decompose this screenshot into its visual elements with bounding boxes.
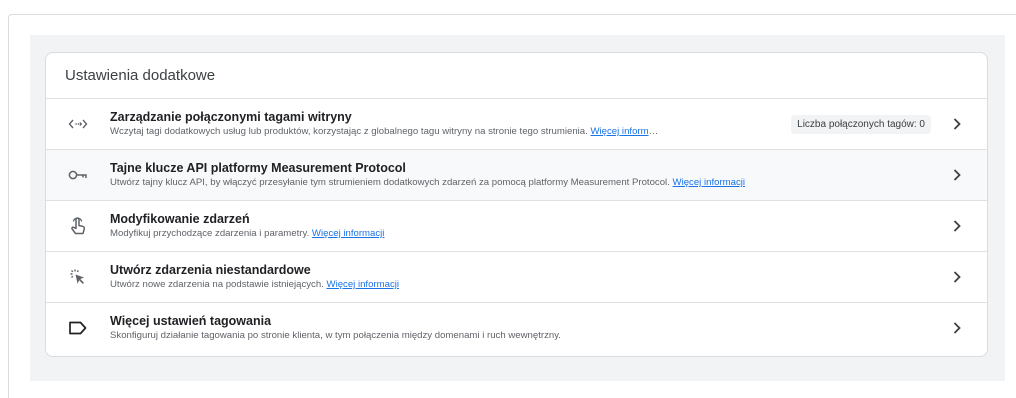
- truncation-ellipsis: …: [648, 126, 659, 137]
- key-icon: [46, 169, 110, 181]
- row-measurement-protocol-secrets[interactable]: Tajne klucze API platformy Measurement P…: [46, 150, 987, 201]
- label-tag-icon: [46, 320, 110, 336]
- chevron-right-icon[interactable]: [937, 270, 977, 284]
- row-modify-events[interactable]: Modyfikowanie zdarzeń Modyfikuj przychod…: [46, 201, 987, 252]
- row-create-custom-events[interactable]: Utwórz zdarzenia niestandardowe Utwórz n…: [46, 252, 987, 303]
- chevron-right-icon[interactable]: [937, 168, 977, 182]
- row-text: Więcej ustawień tagowania Skonfiguruj dz…: [110, 313, 937, 343]
- page: Ustawienia dodatkowe Zarządzanie połączo…: [0, 0, 1016, 398]
- more-info-link[interactable]: Więcej informacji: [327, 279, 400, 290]
- row-title: Więcej ustawień tagowania: [110, 314, 272, 328]
- code-brackets-icon: [46, 117, 110, 131]
- row-connected-site-tags[interactable]: Zarządzanie połączonymi tagami witryny W…: [46, 99, 987, 150]
- chevron-right-icon[interactable]: [937, 321, 977, 335]
- row-text: Modyfikowanie zdarzeń Modyfikuj przychod…: [110, 211, 937, 241]
- row-text: Utwórz zdarzenia niestandardowe Utwórz n…: [110, 262, 937, 292]
- row-title: Modyfikowanie zdarzeń: [110, 212, 250, 226]
- connected-tags-count-badge: Liczba połączonych tagów: 0: [791, 114, 931, 134]
- more-info-link[interactable]: Więcej informacji: [673, 177, 746, 188]
- description-text: Modyfikuj przychodzące zdarzenia i param…: [110, 228, 312, 239]
- touch-hand-icon: [46, 216, 110, 236]
- row-description: Skonfiguruj działanie tagowania po stron…: [110, 330, 561, 341]
- card-title: Ustawienia dodatkowe: [46, 53, 987, 99]
- row-description: Wczytaj tagi dodatkowych usług lub produ…: [110, 125, 750, 139]
- row-description: Modyfikuj przychodzące zdarzenia i param…: [110, 227, 927, 241]
- additional-settings-card: Ustawienia dodatkowe Zarządzanie połączo…: [45, 52, 988, 357]
- chevron-right-icon[interactable]: [937, 219, 977, 233]
- row-more-tagging-settings[interactable]: Więcej ustawień tagowania Skonfiguruj dz…: [46, 303, 987, 353]
- row-text: Zarządzanie połączonymi tagami witryny W…: [110, 109, 791, 139]
- row-title: Tajne klucze API platformy Measurement P…: [110, 161, 406, 175]
- row-title: Zarządzanie połączonymi tagami witryny: [110, 110, 352, 124]
- description-text: Utwórz tajny klucz API, by włączyć przes…: [110, 177, 673, 188]
- click-sparkle-icon: [46, 268, 110, 286]
- row-description: Utwórz nowe zdarzenia na podstawie istni…: [110, 278, 927, 292]
- more-info-link[interactable]: Więcej inform: [590, 126, 648, 137]
- description-text: Wczytaj tagi dodatkowych usług lub produ…: [110, 126, 591, 137]
- row-text: Tajne klucze API platformy Measurement P…: [110, 160, 937, 190]
- description-text: Utwórz nowe zdarzenia na podstawie istni…: [110, 279, 327, 290]
- more-info-link[interactable]: Więcej informacji: [312, 228, 385, 239]
- row-description: Utwórz tajny klucz API, by włączyć przes…: [110, 176, 927, 190]
- row-title: Utwórz zdarzenia niestandardowe: [110, 263, 311, 277]
- chevron-right-icon[interactable]: [937, 117, 977, 131]
